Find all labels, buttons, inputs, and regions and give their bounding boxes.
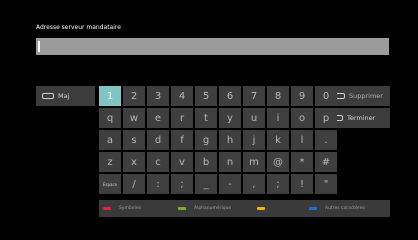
- key-0[interactable]: 0: [315, 86, 337, 106]
- supprimer-button[interactable]: Supprimer: [330, 86, 390, 106]
- key-9[interactable]: 9: [291, 86, 313, 106]
- key-/[interactable]: /: [123, 174, 145, 194]
- key-b[interactable]: b: [195, 152, 217, 172]
- key-d[interactable]: d: [147, 130, 169, 150]
- key-,[interactable]: ,: [243, 174, 265, 194]
- ok-key-icon: [42, 93, 54, 99]
- footer-green-option[interactable]: Alphanumérique: [178, 200, 253, 217]
- key-7[interactable]: 7: [243, 86, 265, 106]
- key-#[interactable]: #: [315, 152, 337, 172]
- key-x[interactable]: x: [123, 152, 145, 172]
- key-f[interactable]: f: [171, 130, 193, 150]
- key--[interactable]: -: [219, 174, 241, 194]
- terminer-label: Terminer: [347, 114, 376, 122]
- key-;[interactable]: ;: [267, 174, 289, 194]
- key-n[interactable]: n: [219, 152, 241, 172]
- key-6[interactable]: 6: [219, 86, 241, 106]
- dialog-title: Adresse serveur mandataire: [36, 24, 121, 31]
- footer-red-option[interactable]: Symboles: [103, 200, 173, 217]
- key-quote[interactable]: ": [315, 174, 337, 194]
- key-g[interactable]: g: [195, 130, 217, 150]
- key-5[interactable]: 5: [195, 86, 217, 106]
- yellow-button-icon: [257, 207, 265, 210]
- footer-yellow-option[interactable]: [257, 200, 302, 217]
- key-1[interactable]: 1: [99, 86, 121, 106]
- key-v[interactable]: v: [171, 152, 193, 172]
- key-c[interactable]: c: [147, 152, 169, 172]
- key-.[interactable]: .: [315, 130, 337, 150]
- key-w[interactable]: w: [123, 108, 145, 128]
- key-k[interactable]: k: [267, 130, 289, 150]
- key-;[interactable]: ;: [171, 174, 193, 194]
- key-r[interactable]: r: [171, 108, 193, 128]
- maj-label: Maj: [58, 92, 70, 100]
- key-m[interactable]: m: [243, 152, 265, 172]
- autres-caracteres-label: Autres caractères: [325, 206, 365, 211]
- key-8[interactable]: 8: [267, 86, 289, 106]
- proxy-address-input[interactable]: [36, 38, 389, 55]
- key-:[interactable]: :: [147, 174, 169, 194]
- supprimer-label: Supprimer: [349, 92, 383, 100]
- key-l[interactable]: l: [291, 130, 313, 150]
- terminer-button[interactable]: Terminer: [330, 108, 390, 128]
- key-3[interactable]: 3: [147, 86, 169, 106]
- text-cursor: [38, 41, 40, 52]
- symboles-label: Symboles: [119, 206, 141, 211]
- key-z[interactable]: z: [99, 152, 121, 172]
- footer-blue-option[interactable]: Autres caractères: [309, 200, 389, 217]
- key-i[interactable]: i: [267, 108, 289, 128]
- key-o[interactable]: o: [291, 108, 313, 128]
- key-*[interactable]: *: [291, 152, 313, 172]
- key-y[interactable]: y: [219, 108, 241, 128]
- key-e[interactable]: e: [147, 108, 169, 128]
- key-t[interactable]: t: [195, 108, 217, 128]
- key-j[interactable]: j: [243, 130, 265, 150]
- key-@[interactable]: @: [267, 152, 289, 172]
- alphanumerique-label: Alphanumérique: [194, 206, 232, 211]
- key-2[interactable]: 2: [123, 86, 145, 106]
- maj-button[interactable]: Maj: [36, 86, 95, 106]
- key-![interactable]: !: [291, 174, 313, 194]
- key-q[interactable]: q: [99, 108, 121, 128]
- key-Espace[interactable]: Espace: [99, 174, 121, 194]
- red-button-icon: [103, 207, 111, 210]
- proxy-server-keyboard-screen: Adresse serveur mandataire Maj Supprimer…: [0, 0, 418, 240]
- key-s[interactable]: s: [123, 130, 145, 150]
- key-_[interactable]: _: [195, 174, 217, 194]
- key-u[interactable]: u: [243, 108, 265, 128]
- key-p[interactable]: p: [315, 108, 337, 128]
- green-button-icon: [178, 207, 186, 210]
- key-a[interactable]: a: [99, 130, 121, 150]
- key-h[interactable]: h: [219, 130, 241, 150]
- blue-button-icon: [309, 207, 317, 210]
- key-4[interactable]: 4: [171, 86, 193, 106]
